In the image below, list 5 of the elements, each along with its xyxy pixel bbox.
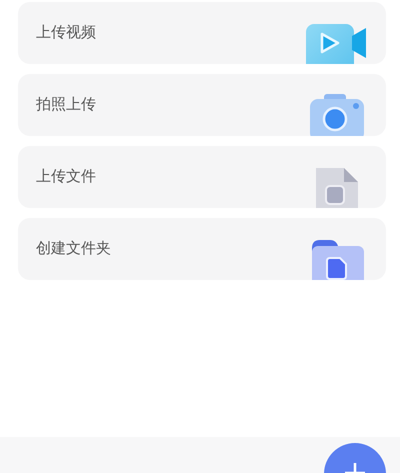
video-camera-icon	[306, 22, 368, 64]
action-card[interactable]: 拍照上传	[18, 74, 386, 136]
action-card[interactable]: 创建文件夹	[18, 218, 386, 280]
action-card[interactable]: 上传文件	[18, 146, 386, 208]
action-card[interactable]: 上传视频	[18, 2, 386, 64]
